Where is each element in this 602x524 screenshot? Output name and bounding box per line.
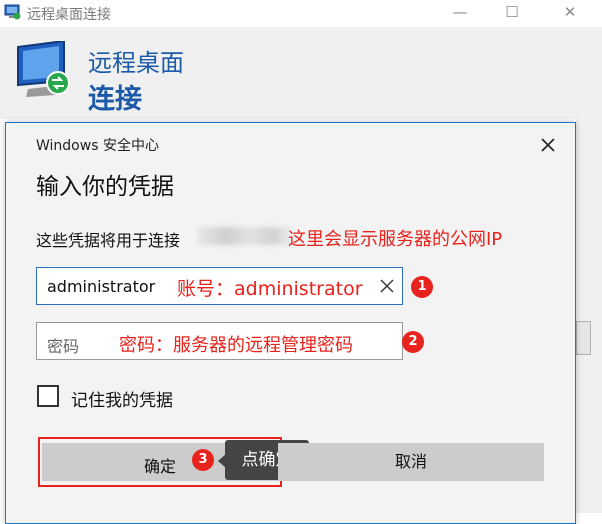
remote-desktop-app-icon [4, 4, 21, 20]
cancel-button[interactable]: 取消 [278, 443, 544, 481]
heading-connection: 连接 [88, 84, 142, 115]
close-icon[interactable] [536, 133, 560, 157]
dialog-description: 这些凭据将用于连接 [36, 231, 181, 250]
step-badge-2: 2 [402, 331, 424, 353]
window-close-button[interactable]: ✕ [548, 0, 592, 27]
remote-desktop-monitor-icon [17, 41, 70, 97]
blurred-server-ip [198, 227, 292, 245]
password-annotation: 密码：服务器的远程管理密码 [119, 335, 353, 356]
window-title: 远程桌面连接 [27, 7, 111, 23]
username-field[interactable]: administrator 账号：administrator [36, 267, 403, 305]
credential-dialog: Windows 安全中心 输入你的凭据 这些凭据将用于连接 这里会显示服务器的公… [5, 122, 576, 524]
remember-label[interactable]: 记住我的凭据 [71, 386, 173, 411]
maximize-button[interactable]: ☐ [490, 0, 534, 27]
rdp-background-strip [576, 118, 602, 513]
step-badge-3: 3 [192, 449, 214, 471]
rdp-title-bar: 远程桌面连接 — ☐ ✕ [0, 0, 602, 27]
rdp-background-control [576, 321, 591, 355]
heading-remote-desktop: 远程桌面 [88, 49, 184, 77]
username-annotation: 账号：administrator [177, 278, 363, 300]
step-badge-1: 1 [411, 276, 433, 298]
clear-field-icon[interactable] [378, 277, 396, 295]
remember-checkbox[interactable] [37, 385, 59, 407]
dialog-title: 输入你的凭据 [36, 174, 174, 200]
username-value: administrator [47, 277, 156, 296]
password-field[interactable]: 密码 密码：服务器的远程管理密码 [36, 322, 403, 360]
dialog-caption: Windows 安全中心 [36, 138, 159, 154]
ok-button-label[interactable]: 确定 [144, 453, 176, 477]
password-placeholder: 密码 [47, 337, 80, 356]
ip-annotation: 这里会显示服务器的公网IP [288, 229, 503, 250]
rdp-header: 远程桌面 连接 [0, 27, 602, 119]
minimize-button[interactable]: — [438, 0, 482, 27]
